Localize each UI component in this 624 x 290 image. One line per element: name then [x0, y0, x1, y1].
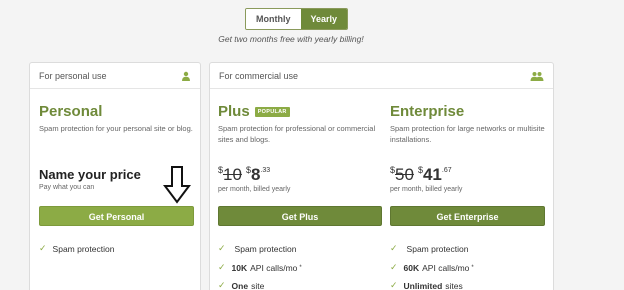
enterprise-price: $ 50 $ 41 .67: [390, 163, 548, 184]
enterprise-feature-bold: 60K: [403, 262, 420, 273]
plus-price: $ 10 $ 8 .33: [218, 163, 378, 184]
plus-feature-text: Spam protection: [234, 243, 297, 254]
check-icon: ✓: [390, 280, 398, 290]
plus-feature-bold: One: [231, 280, 249, 290]
plus-feature-item: ✓ One site: [218, 280, 264, 290]
plus-feature-bold: 10K: [231, 262, 248, 273]
enterprise-feature-footnote: *: [471, 264, 474, 271]
enterprise-price-value: 41: [422, 165, 442, 184]
enterprise-feature-item: ✓ Unlimited sites: [390, 280, 463, 290]
plus-plan-title: Plus: [218, 103, 250, 120]
personal-feature-text: Spam protection: [52, 243, 115, 254]
plus-price-cents: .33: [260, 167, 271, 174]
enterprise-feature-text: API calls/mo: [422, 262, 470, 273]
personal-feature-item: ✓ Spam protection: [39, 243, 114, 254]
personal-card-header: For personal use: [30, 63, 200, 89]
commercial-card-header: For commercial use: [210, 63, 553, 89]
check-icon: ✓: [218, 262, 226, 272]
commercial-card: For commercial use Plus POPULAR Spam pro…: [209, 62, 554, 290]
down-arrow-annotation: [163, 166, 191, 204]
enterprise-billing-period: per month, billed yearly: [390, 186, 463, 193]
popular-badge: POPULAR: [254, 106, 290, 117]
get-enterprise-button[interactable]: Get Enterprise: [390, 206, 545, 226]
group-icon: [530, 71, 544, 81]
enterprise-plan-title: Enterprise: [390, 103, 465, 120]
get-personal-button[interactable]: Get Personal: [39, 206, 194, 226]
yearly-option[interactable]: Yearly: [300, 9, 348, 29]
plus-feature-item: ✓ 10K API calls/mo *: [218, 262, 302, 273]
personal-plan-title: Personal: [39, 103, 103, 120]
get-plus-button[interactable]: Get Plus: [218, 206, 382, 226]
check-icon: ✓: [218, 243, 226, 253]
billing-note: Get two months free with yearly billing!: [218, 34, 364, 44]
enterprise-feature-text: sites: [445, 280, 463, 290]
plus-feature-text: API calls/mo: [250, 262, 298, 273]
check-icon: ✓: [390, 262, 398, 272]
check-icon: ✓: [218, 280, 226, 290]
plus-feature-text: site: [251, 280, 265, 290]
user-icon: [182, 71, 190, 81]
plus-feature-footnote: *: [299, 264, 302, 271]
enterprise-feature-bold: Unlimited: [403, 280, 443, 290]
plus-billing-period: per month, billed yearly: [218, 186, 291, 193]
enterprise-plan-description: Spam protection for large networks or mu…: [390, 124, 545, 144]
enterprise-feature-text: Spam protection: [406, 243, 469, 254]
personal-card-header-label: For personal use: [39, 70, 107, 81]
enterprise-old-price: 50: [395, 165, 414, 184]
check-icon: ✓: [390, 243, 398, 253]
plus-price-value: 8: [250, 165, 261, 184]
enterprise-plan: Enterprise Spam protection for large net…: [390, 103, 548, 145]
enterprise-price-cents: .67: [441, 167, 452, 174]
billing-toggle: Monthly Yearly: [245, 8, 349, 30]
personal-plan-description: Spam protection for your personal site o…: [39, 124, 193, 133]
monthly-option[interactable]: Monthly: [246, 9, 301, 29]
plus-plan: Plus POPULAR Spam protection for profess…: [218, 103, 378, 145]
commercial-card-header-label: For commercial use: [219, 70, 299, 81]
plus-plan-description: Spam protection for professional or comm…: [218, 124, 376, 144]
enterprise-feature-item: ✓ 60K API calls/mo *: [390, 262, 474, 273]
plus-feature-item: ✓ Spam protection: [218, 243, 296, 254]
plus-old-price: 10: [223, 165, 242, 184]
enterprise-feature-item: ✓ Spam protection: [390, 243, 468, 254]
check-icon: ✓: [39, 243, 47, 253]
